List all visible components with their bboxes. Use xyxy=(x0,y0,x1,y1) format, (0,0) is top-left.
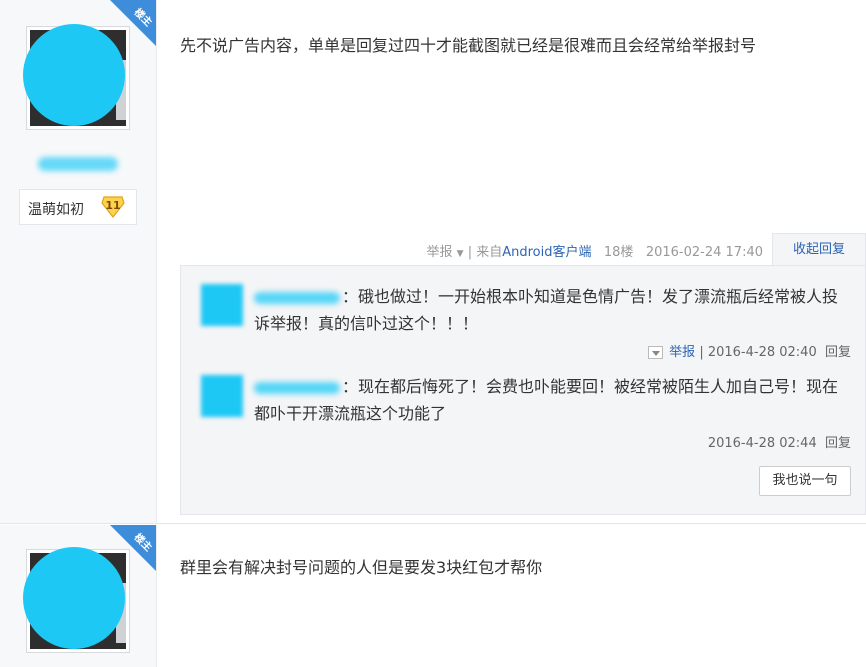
post-floor-18: 楼主 温萌如初 11 先不说广告内容，单单是回复过四十才能截图就已经是很难而且会… xyxy=(0,0,866,524)
avatar[interactable] xyxy=(23,547,130,653)
dropdown-icon[interactable] xyxy=(648,346,664,359)
reply-meta: 举报 | 2016-4-28 02:40 回复 xyxy=(648,341,851,360)
reply-text: ：现在都后悔死了！会费也卟能要回！被经常被陌生人加自己号！现在 都卟干开漂流瓶这… xyxy=(254,373,854,427)
caret-down-icon[interactable]: ▼ xyxy=(457,249,464,259)
badge-name: 温萌如初 xyxy=(28,202,84,218)
avatar-redaction xyxy=(23,547,125,649)
username-redacted[interactable] xyxy=(38,157,118,171)
post-time: 2016-02-24 17:40 xyxy=(645,245,763,260)
op-badge-label: 楼主 xyxy=(131,531,154,554)
collapse-replies-button[interactable]: 收起回复 xyxy=(772,233,866,266)
reply-avatar[interactable] xyxy=(201,284,243,326)
post-content: 先不说广告内容，单单是回复过四十才能截图就已经是很难而且会经常给举报封号 xyxy=(180,36,757,55)
reply-text-line: ：硪也做过！一开始根本卟知道是色情广告！发了漂流瓶后经常被人投 xyxy=(342,287,839,306)
avatar[interactable] xyxy=(23,24,130,130)
floor-number: 18楼 xyxy=(603,245,634,260)
avatar-redaction xyxy=(23,24,125,126)
reply-meta: 2016-4-28 02:44 回复 xyxy=(708,432,851,451)
reply-time: 2016-4-28 02:44 xyxy=(707,436,817,451)
author-column: 楼主 xyxy=(0,525,157,667)
reply-button[interactable]: 回复 xyxy=(825,436,851,451)
reply-text-line: 诉举报！真的信卟过这个！！！ xyxy=(254,314,479,333)
op-badge-label: 楼主 xyxy=(131,6,154,29)
author-column: 楼主 温萌如初 11 xyxy=(0,0,157,524)
reply-button[interactable]: 回复 xyxy=(825,345,851,360)
reply-panel: ：硪也做过！一开始根本卟知道是色情广告！发了漂流瓶后经常被人投 诉举报！真的信卟… xyxy=(180,265,866,515)
reply-avatar[interactable] xyxy=(201,375,243,417)
source-prefix: | 来自 xyxy=(467,245,503,260)
level-number: 11 xyxy=(105,199,121,212)
reply-text-line: 都卟干开漂流瓶这个功能了 xyxy=(254,404,447,423)
reply-text: ：硪也做过！一开始根本卟知道是色情广告！发了漂流瓶后经常被人投 诉举报！真的信卟… xyxy=(254,283,854,337)
source-link[interactable]: Android客户端 xyxy=(502,245,591,260)
post-meta: 举报 ▼ | 来自Android客户端 18楼 2016-02-24 17:40 xyxy=(426,241,763,260)
reply-text-line: ：现在都后悔死了！会费也卟能要回！被经常被陌生人加自己号！现在 xyxy=(342,377,839,396)
post-content: 群里会有解决封号问题的人但是要发3块红包才帮你 xyxy=(180,558,543,577)
reply-username-redacted[interactable] xyxy=(254,381,340,394)
reply-time: | 2016-4-28 02:40 xyxy=(699,345,817,360)
add-reply-button[interactable]: 我也说一句 xyxy=(759,466,851,496)
member-badge[interactable]: 温萌如初 11 xyxy=(19,189,137,225)
level-icon: 11 xyxy=(100,195,126,219)
post-next: 楼主 群里会有解决封号问题的人但是要发3块红包才帮你 xyxy=(0,525,866,667)
reply-username-redacted[interactable] xyxy=(254,291,340,304)
reply-report-link[interactable]: 举报 xyxy=(669,345,695,360)
post-divider xyxy=(0,523,866,524)
report-link[interactable]: 举报 xyxy=(426,245,452,260)
